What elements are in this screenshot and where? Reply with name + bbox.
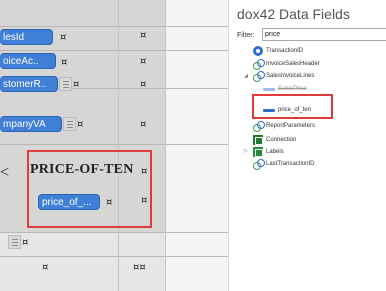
relation-icon <box>253 58 265 70</box>
tree-item-label: SalesPrice <box>278 85 307 92</box>
table-row-divider <box>0 256 228 257</box>
paragraph-format-icon <box>59 77 72 91</box>
table-row-divider <box>0 50 228 51</box>
paragraph-mark: ¤ <box>61 57 68 68</box>
paragraph-mark: ¤ <box>73 79 80 90</box>
tree-item-sales-invoice-lines[interactable]: SalesInvoiceLines <box>253 70 315 82</box>
tree-item-label: InvoiceSalesHeader <box>266 60 320 67</box>
tree-item-label: ReportParameters <box>266 122 316 129</box>
data-fields-pane: dox42 Data Fields Filter: TransactionID … <box>228 0 386 291</box>
table-row-divider <box>0 26 228 27</box>
paragraph-mark: ¤ <box>77 119 84 130</box>
highlight-box <box>27 150 152 228</box>
highlight-box <box>252 94 333 119</box>
tree-item-invoice-sales-header[interactable]: InvoiceSalesHeader <box>253 58 320 70</box>
tree-item-label: TransactionID <box>266 47 304 54</box>
tree-item-transaction-id[interactable]: TransactionID <box>253 45 303 56</box>
table-row-divider <box>0 232 228 233</box>
relation-icon <box>253 70 265 82</box>
field-company-vat[interactable]: mpanyVA <box>0 116 62 132</box>
tree-item-labels[interactable]: Labels <box>253 146 284 157</box>
table-column-divider <box>165 0 166 291</box>
pane-title: dox42 Data Fields <box>237 6 350 22</box>
paragraph-mark: ¤ <box>140 79 147 90</box>
connection-icon <box>253 134 263 145</box>
paragraph-mark: ¤ <box>140 119 147 130</box>
field-invoice-account[interactable]: oiceAc.. <box>0 53 56 69</box>
filter-label: Filter: <box>237 32 255 39</box>
paragraph-mark: ¤ <box>60 32 67 43</box>
entity-icon <box>253 45 263 56</box>
table-row-divider <box>0 144 228 145</box>
table-column-divider <box>118 0 119 291</box>
tree-item-last-transaction-id[interactable]: LastTransactionID <box>253 158 315 170</box>
paragraph-mark: ¤¤ <box>133 262 146 273</box>
tree-item-label: SalesInvoiceLines <box>266 72 315 79</box>
tree-item-report-parameters[interactable]: ReportParameters <box>253 120 316 132</box>
collapse-toggle-icon[interactable]: ▷ <box>244 148 248 154</box>
field-icon <box>263 87 275 91</box>
labels-icon <box>253 146 263 157</box>
tree-item-connection[interactable]: Connection <box>253 134 296 145</box>
tree-item-label: Labels <box>266 148 284 155</box>
paragraph-mark: ¤ <box>140 30 147 41</box>
paragraph-format-icon <box>8 235 21 249</box>
tree-item-label: Connection <box>266 136 297 143</box>
relation-icon <box>253 158 265 170</box>
tree-item-sales-price[interactable]: SalesPrice <box>263 83 307 94</box>
expand-toggle-icon[interactable]: ◢ <box>244 73 248 79</box>
paragraph-mark: ¤ <box>140 56 147 67</box>
table-cell-glyph: < <box>0 164 10 181</box>
paragraph-mark: ¤ <box>42 262 49 273</box>
paragraph-mark: ¤ <box>22 237 29 248</box>
report-designer-canvas: lesId ¤ ¤ oiceAc.. ¤ ¤ stomerR.. ¤ ¤ mpa… <box>0 0 228 291</box>
filter-input[interactable] <box>262 28 386 41</box>
relation-icon <box>253 120 265 132</box>
field-sales-id[interactable]: lesId <box>0 29 53 45</box>
paragraph-format-icon <box>63 117 76 131</box>
field-customer-ref[interactable]: stomerR.. <box>0 76 58 92</box>
tree-item-label: LastTransactionID <box>266 160 315 167</box>
